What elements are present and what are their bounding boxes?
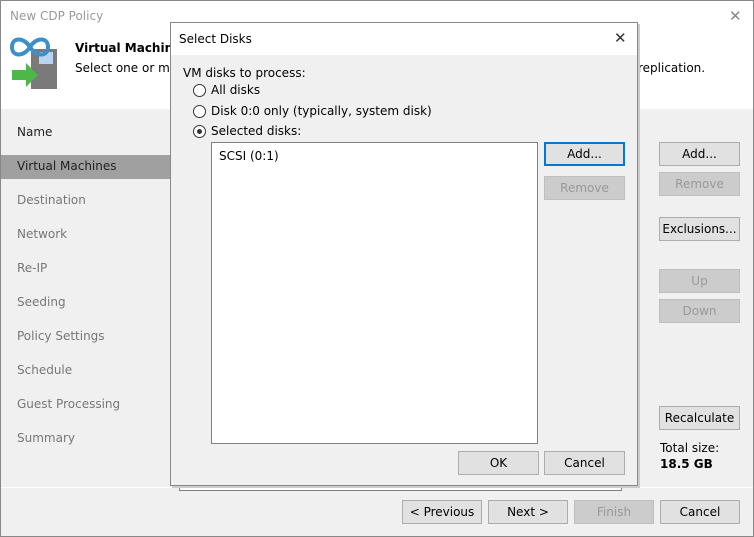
sidebar-item-virtual-machines[interactable]: Virtual Machines — [17, 159, 117, 173]
close-icon[interactable]: ✕ — [729, 7, 742, 25]
sidebar-item-schedule[interactable]: Schedule — [17, 363, 72, 377]
remove-vm-button[interactable]: Remove — [659, 172, 740, 196]
sidebar-item-seeding[interactable]: Seeding — [17, 295, 66, 309]
page-subtitle-tail: replication. — [638, 61, 706, 75]
dialog-title-bar: Select Disks ✕ — [171, 23, 637, 55]
add-disk-button[interactable]: Add... — [544, 142, 625, 166]
total-size-label: Total size: — [660, 441, 720, 455]
dialog-title: Select Disks — [179, 32, 252, 46]
disk-list[interactable]: SCSI (0:1) — [211, 142, 538, 444]
option-all-disks-label[interactable]: All disks — [211, 83, 260, 97]
select-disks-dialog: Select Disks ✕ VM disks to process: All … — [170, 22, 638, 486]
up-button[interactable]: Up — [659, 269, 740, 293]
sidebar-item-destination[interactable]: Destination — [17, 193, 86, 207]
disk-list-item[interactable]: SCSI (0:1) — [219, 149, 279, 163]
vm-cdp-icon — [9, 37, 57, 89]
option-selected-disks-label[interactable]: Selected disks: — [211, 124, 301, 138]
total-size-value: 18.5 GB — [660, 457, 713, 471]
close-icon[interactable]: ✕ — [614, 29, 627, 47]
previous-button[interactable]: < Previous — [402, 500, 482, 524]
sidebar-item-re-ip[interactable]: Re-IP — [17, 261, 47, 275]
radio-disk-0-0[interactable] — [193, 105, 206, 118]
option-disk-0-0-label[interactable]: Disk 0:0 only (typically, system disk) — [211, 104, 432, 118]
finish-button[interactable]: Finish — [574, 500, 654, 524]
sidebar-item-name[interactable]: Name — [17, 125, 52, 139]
radio-all-disks[interactable] — [193, 84, 206, 97]
sidebar-item-policy-settings[interactable]: Policy Settings — [17, 329, 105, 343]
footer-divider — [1, 487, 753, 488]
add-vm-button[interactable]: Add... — [659, 142, 740, 166]
dialog-cancel-button[interactable]: Cancel — [544, 451, 625, 475]
next-button[interactable]: Next > — [488, 500, 568, 524]
cancel-button[interactable]: Cancel — [660, 500, 740, 524]
exclusions-button[interactable]: Exclusions... — [659, 217, 740, 241]
down-button[interactable]: Down — [659, 299, 740, 323]
ok-button[interactable]: OK — [458, 451, 539, 475]
sidebar-item-summary[interactable]: Summary — [17, 431, 75, 445]
radio-selected-disks[interactable] — [193, 125, 206, 138]
window-title: New CDP Policy — [10, 9, 104, 23]
recalculate-button[interactable]: Recalculate — [659, 406, 740, 430]
disks-group-label: VM disks to process: — [183, 66, 306, 80]
remove-disk-button[interactable]: Remove — [544, 176, 625, 200]
sidebar-item-network[interactable]: Network — [17, 227, 67, 241]
sidebar-item-guest-processing[interactable]: Guest Processing — [17, 397, 120, 411]
